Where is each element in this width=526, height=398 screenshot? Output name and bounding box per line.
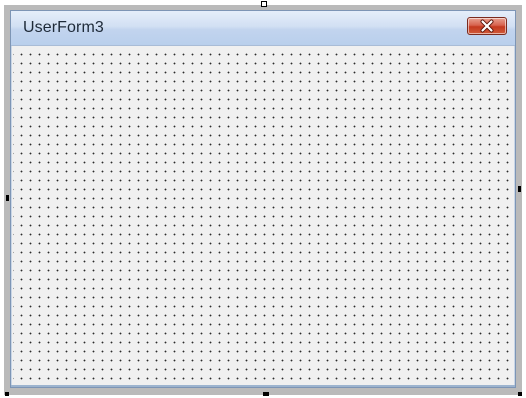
resize-handle-bottom-left[interactable] bbox=[5, 392, 9, 396]
resize-handle-bottom[interactable] bbox=[263, 392, 269, 396]
title-bar[interactable]: UserForm3 bbox=[11, 11, 515, 46]
close-button[interactable] bbox=[467, 17, 507, 35]
close-icon bbox=[480, 19, 494, 33]
form-design-grid[interactable] bbox=[13, 47, 513, 385]
userform-window[interactable]: UserForm3 bbox=[10, 10, 516, 388]
resize-handle-left[interactable] bbox=[6, 195, 9, 201]
window-title: UserForm3 bbox=[23, 19, 104, 36]
resize-handle-bottom-right[interactable] bbox=[518, 392, 522, 396]
form-bottom-border bbox=[11, 385, 515, 387]
resize-handle-top[interactable] bbox=[261, 1, 267, 7]
resize-handle-right[interactable] bbox=[518, 186, 521, 192]
designer-canvas: UserForm3 bbox=[0, 0, 526, 398]
